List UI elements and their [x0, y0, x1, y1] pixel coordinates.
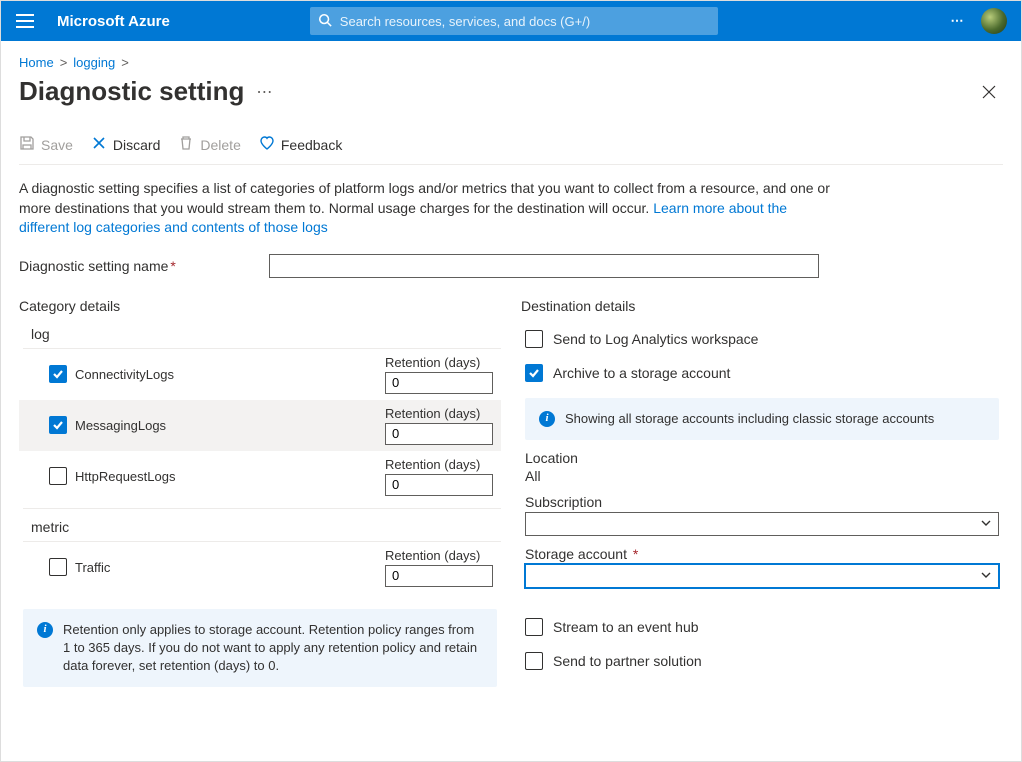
dest-partner-checkbox[interactable]	[525, 652, 543, 670]
category-row: MessagingLogs Retention (days)	[19, 400, 501, 451]
save-button[interactable]: Save	[19, 135, 73, 154]
dest-log-analytics-label: Send to Log Analytics workspace	[553, 331, 758, 347]
dest-storage-label: Archive to a storage account	[553, 365, 730, 381]
retention-label: Retention (days)	[385, 548, 493, 563]
storage-info: i Showing all storage accounts including…	[525, 398, 999, 440]
discard-button[interactable]: Discard	[91, 135, 160, 154]
delete-button[interactable]: Delete	[178, 135, 240, 154]
search-input[interactable]	[338, 13, 710, 30]
top-bar: Microsoft Azure ⋯	[1, 1, 1021, 41]
trash-icon	[178, 135, 194, 154]
avatar[interactable]	[981, 8, 1007, 34]
info-icon: i	[539, 411, 555, 427]
retention-input[interactable]	[385, 565, 493, 587]
save-icon	[19, 135, 35, 154]
breadcrumb-resource[interactable]: logging	[73, 55, 115, 70]
setting-name-label: Diagnostic setting name*	[19, 258, 269, 274]
heart-icon	[259, 135, 275, 154]
retention-label: Retention (days)	[385, 457, 493, 472]
search-icon	[318, 13, 332, 30]
dest-partner-label: Send to partner solution	[553, 653, 702, 669]
retention-input[interactable]	[385, 423, 493, 445]
location-value: All	[525, 468, 999, 484]
category-checkbox[interactable]	[49, 365, 67, 383]
category-name: Traffic	[75, 560, 110, 575]
storage-account-select[interactable]	[525, 564, 999, 588]
global-search[interactable]	[310, 7, 718, 35]
dest-event-hub-checkbox[interactable]	[525, 618, 543, 636]
chevron-right-icon: >	[121, 55, 129, 70]
feedback-button[interactable]: Feedback	[259, 135, 342, 154]
category-row: ConnectivityLogs Retention (days)	[19, 349, 501, 400]
page-more-icon[interactable]: ⋯	[256, 82, 272, 102]
close-icon[interactable]	[975, 78, 1003, 106]
page-title: Diagnostic setting	[19, 76, 244, 107]
chevron-right-icon: >	[60, 55, 68, 70]
retention-input[interactable]	[385, 474, 493, 496]
category-checkbox[interactable]	[49, 416, 67, 434]
category-row: Traffic Retention (days)	[19, 542, 501, 593]
subscription-select[interactable]	[525, 512, 999, 536]
category-name: MessagingLogs	[75, 418, 166, 433]
menu-icon[interactable]	[9, 5, 41, 37]
log-group-label: log	[31, 326, 501, 342]
retention-label: Retention (days)	[385, 355, 493, 370]
breadcrumb-home[interactable]: Home	[19, 55, 54, 70]
destination-title: Destination details	[521, 298, 1003, 314]
brand[interactable]: Microsoft Azure	[57, 13, 170, 30]
info-icon: i	[37, 622, 53, 638]
category-name: HttpRequestLogs	[75, 469, 175, 484]
storage-account-label: Storage account *	[525, 546, 999, 562]
category-title: Category details	[19, 298, 501, 314]
close-icon	[91, 135, 107, 154]
description: A diagnostic setting specifies a list of…	[19, 179, 839, 238]
category-checkbox[interactable]	[49, 558, 67, 576]
dest-log-analytics-checkbox[interactable]	[525, 330, 543, 348]
retention-info: i Retention only applies to storage acco…	[23, 609, 497, 688]
retention-input[interactable]	[385, 372, 493, 394]
subscription-label: Subscription	[525, 494, 999, 510]
setting-name-input[interactable]	[269, 254, 819, 278]
chevron-down-icon	[980, 516, 992, 532]
breadcrumb: Home > logging >	[19, 55, 1003, 70]
chevron-down-icon	[980, 568, 992, 584]
metric-group-label: metric	[31, 519, 501, 535]
category-row: HttpRequestLogs Retention (days)	[19, 451, 501, 502]
dest-event-hub-label: Stream to an event hub	[553, 619, 699, 635]
dest-storage-checkbox[interactable]	[525, 364, 543, 382]
category-checkbox[interactable]	[49, 467, 67, 485]
retention-label: Retention (days)	[385, 406, 493, 421]
more-icon[interactable]: ⋯	[941, 13, 975, 29]
location-label: Location	[525, 450, 999, 466]
category-name: ConnectivityLogs	[75, 367, 174, 382]
toolbar: Save Discard Delete Feedback	[19, 135, 1003, 165]
